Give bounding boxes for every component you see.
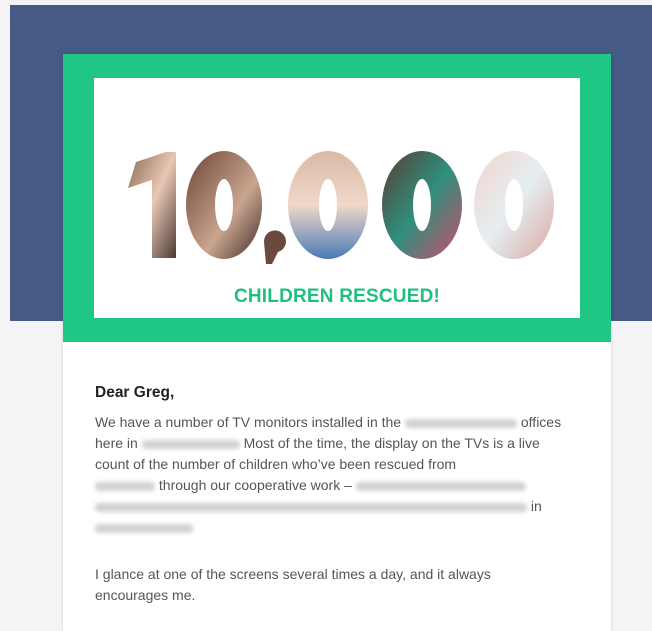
redacted-text [95, 502, 527, 512]
digit-zero-photo-2 [288, 151, 368, 259]
body-paragraph-1: We have a number of TV monitors installe… [95, 412, 565, 538]
digit-zero-photo-4 [474, 151, 554, 259]
hero-banner: CHILDREN RESCUED! [63, 54, 611, 342]
redacted-text [355, 481, 526, 491]
redacted-text [404, 418, 517, 428]
digit-zero-photo-1 [186, 151, 262, 259]
paragraph-text: We have a number of TV monitors installe… [95, 414, 402, 430]
hero-headline: CHILDREN RESCUED! [233, 286, 441, 307]
paragraph-text: through our cooperative work – [158, 477, 352, 493]
email-body: Dear Greg, We have a number of TV monito… [95, 384, 565, 606]
paragraph-text: in [530, 498, 542, 514]
hero-big-number-image [128, 151, 554, 264]
email-card: CHILDREN RESCUED! Dear Greg, We have a n… [63, 54, 611, 631]
body-paragraph-2: I glance at one of the screens several t… [95, 566, 491, 603]
hero-inner: CHILDREN RESCUED! [94, 78, 580, 318]
comma-photo [263, 230, 286, 264]
greeting: Dear Greg, [95, 384, 175, 401]
digit-zero-photo-3 [382, 151, 462, 259]
redacted-text [95, 523, 193, 533]
digit-one-photo [128, 152, 176, 258]
redacted-text [141, 439, 240, 449]
redacted-text [95, 481, 155, 491]
